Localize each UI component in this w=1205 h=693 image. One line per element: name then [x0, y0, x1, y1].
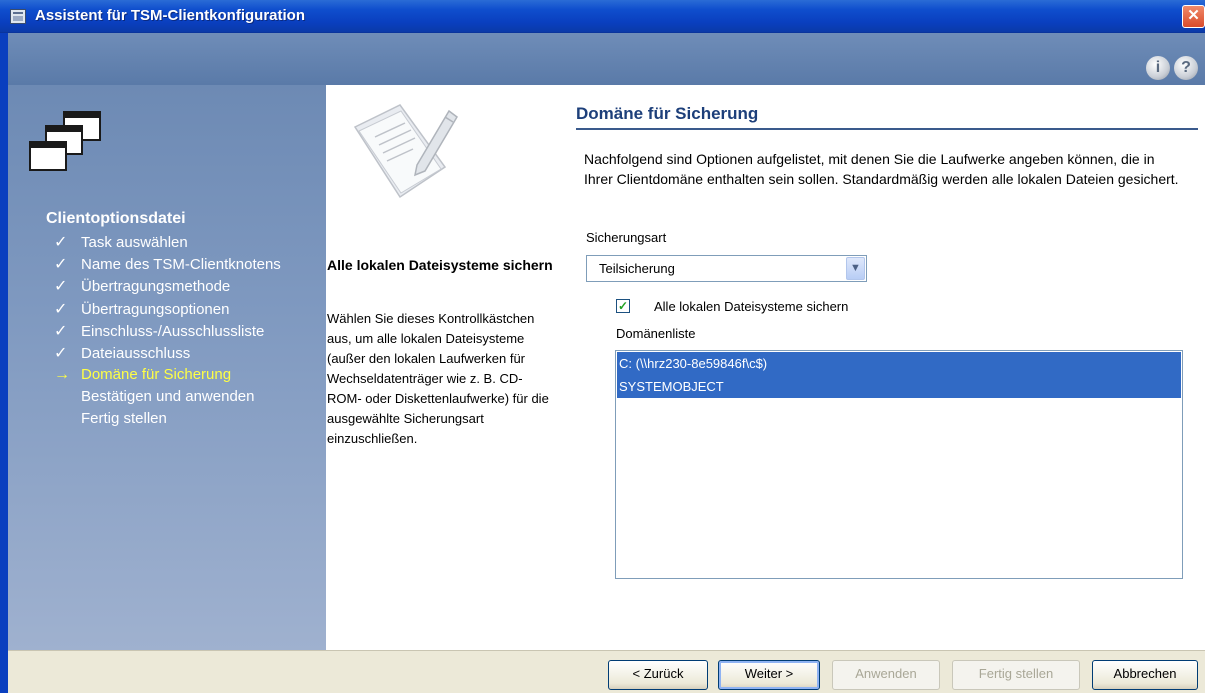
app-window-icon — [10, 9, 26, 24]
nav-step-finish: Fertig stellen — [81, 410, 167, 427]
close-button[interactable]: ✕ — [1182, 5, 1205, 28]
help-text: Wählen Sie dieses Kontrollkästchen aus, … — [327, 311, 549, 446]
info-icon[interactable]: i — [1146, 56, 1170, 80]
wizard-windows-icon — [29, 111, 101, 171]
arrow-right-icon: → — [54, 366, 70, 383]
nav-step-transfer-method: ✓ Übertragungsmethode — [54, 278, 231, 295]
nav-step-node-name: ✓ Name des TSM-Clientknotens — [54, 256, 281, 273]
header-strip — [0, 33, 1205, 85]
domain-list-label: Domänenliste — [616, 326, 696, 341]
check-icon: ✓ — [54, 345, 68, 362]
title-bar: Assistent für TSM-Clientkonfiguration — [0, 0, 1205, 33]
nav-step-transfer-options: ✓ Übertragungsoptionen — [54, 301, 230, 318]
check-icon: ✓ — [54, 256, 68, 273]
title-divider — [576, 128, 1198, 130]
nav-step-file-exclusion: ✓ Dateiausschluss — [54, 345, 191, 362]
nav-step-include-exclude: ✓ Einschluss-/Ausschlussliste — [54, 323, 265, 340]
apply-button[interactable]: Anwenden — [832, 660, 940, 690]
next-button[interactable]: Weiter > — [718, 660, 820, 690]
check-icon: ✓ — [54, 278, 68, 295]
check-icon: ✓ — [54, 323, 68, 340]
domain-listbox[interactable]: C: (\\hrz230-8e59846f\c$) SYSTEMOBJECT — [615, 350, 1183, 579]
list-item[interactable]: C: (\\hrz230-8e59846f\c$) — [617, 352, 1181, 375]
window-left-border — [0, 33, 8, 693]
page-title: Domäne für Sicherung — [576, 104, 759, 123]
back-button[interactable]: < Zurück — [608, 660, 708, 690]
nav-heading: Clientoptionsdatei — [46, 210, 186, 227]
list-item[interactable]: SYSTEMOBJECT — [617, 375, 1181, 398]
cancel-button[interactable]: Abbrechen — [1092, 660, 1198, 690]
chevron-down-icon[interactable]: ▼ — [846, 257, 865, 280]
all-local-checkbox-label[interactable]: Alle lokalen Dateisysteme sichern — [654, 299, 848, 314]
window-title: Assistent für TSM-Clientkonfiguration — [35, 7, 305, 24]
backup-type-value: Teilsicherung — [599, 261, 675, 276]
nav-step-confirm: Bestätigen und anwenden — [81, 388, 255, 405]
intro-text: Nachfolgend sind Optionen aufgelistet, m… — [584, 151, 1179, 187]
backup-type-dropdown[interactable]: Teilsicherung ▼ — [586, 255, 867, 282]
backup-type-label: Sicherungsart — [586, 230, 667, 245]
wizard-window: Assistent für TSM-Clientkonfiguration ✕ … — [0, 0, 1205, 693]
check-icon: ✓ — [54, 234, 68, 251]
nav-step-task: ✓ Task auswählen — [54, 234, 188, 251]
help-icon[interactable]: ? — [1174, 56, 1198, 80]
nav-step-backup-domain: → Domäne für Sicherung — [54, 366, 232, 383]
check-icon: ✓ — [54, 301, 68, 318]
all-local-checkbox[interactable]: ✓ — [616, 299, 630, 313]
help-title: Alle lokalen Dateisysteme sichern — [327, 257, 553, 273]
document-pen-icon — [353, 104, 458, 199]
finish-button[interactable]: Fertig stellen — [952, 660, 1080, 690]
